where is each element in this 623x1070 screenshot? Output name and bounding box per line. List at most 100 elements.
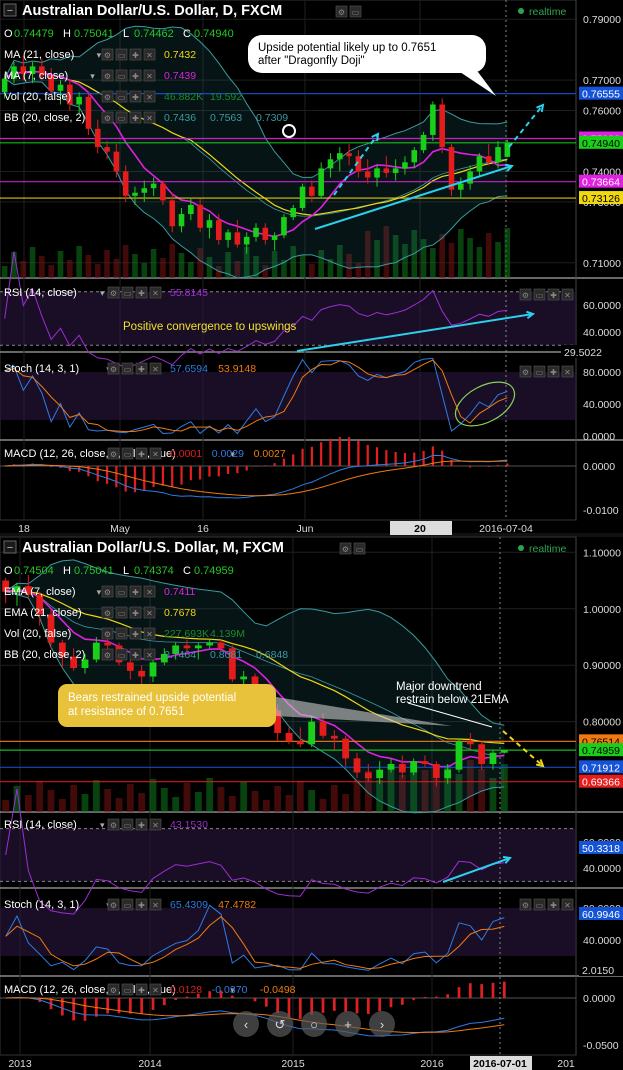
monthly-rsi-tick: 40.0000 — [583, 863, 621, 875]
monthly-candle — [444, 769, 452, 779]
monthly-legend-tool-glyph: ▭ — [118, 609, 126, 618]
monthly-legend-value: 227.693K — [164, 628, 209, 640]
daily-pane-value: 0.0027 — [254, 448, 286, 460]
daily-candle — [281, 217, 287, 236]
daily-legend-caret: ▾ — [90, 71, 95, 81]
monthly-candle — [296, 741, 304, 745]
daily-candle — [430, 104, 436, 135]
monthly-pane-label: RSI (14, close) — [4, 819, 77, 831]
monthly-candle — [217, 642, 225, 649]
daily-candle — [467, 171, 473, 184]
daily-x-label: May — [110, 523, 131, 535]
monthly-legend-value: 0.6848 — [256, 649, 288, 661]
monthly-realtime-label: realtime — [529, 543, 567, 555]
monthly-volume-bar — [206, 778, 214, 812]
monthly-legend-label: EMA (7, close) — [4, 586, 76, 598]
daily-candle — [392, 168, 399, 173]
daily-candle — [57, 84, 64, 91]
daily-volume-bar — [57, 251, 64, 278]
monthly-pane-value: 0.0128 — [170, 984, 202, 996]
daily-y-tick: 0.71000 — [583, 258, 621, 270]
monthly-legend-tool-glyph: ✕ — [146, 630, 153, 639]
daily-candle — [402, 162, 408, 169]
daily-candle — [439, 104, 445, 148]
monthly-ohlc-key: L — [123, 565, 129, 577]
monthly-volume-bar — [47, 790, 55, 812]
monthly-volume-bar — [115, 798, 123, 812]
monthly-volume-bar — [285, 795, 293, 812]
monthly-candle — [455, 741, 463, 770]
monthly-pane-tool-glyph: ⚙ — [110, 986, 117, 995]
monthly-pane-caret: ▾ — [100, 820, 105, 830]
daily-candle — [169, 200, 176, 227]
monthly-collapse-glyph: − — [7, 542, 13, 554]
daily-ohlc-key: H — [63, 28, 71, 40]
monthly-macd-tick: -0.0500 — [583, 1040, 619, 1052]
daily-pane-tool-glyph: ⚙ — [110, 289, 117, 298]
monthly-legend-value: 4.139M — [210, 628, 245, 640]
monthly-ohlc-l: 0.74374 — [134, 565, 174, 577]
daily-rsi-tick: 40.0000 — [583, 327, 621, 339]
daily-volume-bar — [448, 243, 455, 278]
daily-candle — [197, 204, 203, 228]
daily-legend-value: 0.7439 — [164, 70, 196, 82]
daily-candle — [504, 142, 511, 157]
monthly-x-label: 2015 — [281, 1058, 305, 1070]
daily-candle — [336, 153, 343, 160]
daily-price-tag: 0.73126 — [582, 193, 620, 205]
daily-volume-bar — [495, 242, 501, 278]
monthly-candle — [466, 741, 474, 745]
daily-rsi-side-tool-glyph: ✚ — [550, 291, 557, 300]
daily-candle — [215, 220, 222, 240]
daily-candle — [132, 192, 138, 196]
daily-rsi-side-tool-glyph: ✕ — [564, 291, 571, 300]
monthly-pane-value: -0.0498 — [260, 984, 296, 996]
monthly-volume-bar — [240, 782, 248, 812]
daily-candle — [234, 232, 241, 245]
monthly-candle — [126, 662, 134, 671]
monthly-legend-caret: ▾ — [97, 587, 102, 597]
daily-y-tick: 0.79000 — [583, 14, 621, 26]
daily-ohlc-o: 0.74479 — [14, 28, 54, 40]
daily-legend-tool-glyph: ⚙ — [104, 51, 111, 60]
daily-y-tick: 0.77000 — [583, 75, 621, 87]
monthly-ohlc-key: H — [63, 565, 71, 577]
daily-macd-tick: 0.0000 — [583, 461, 615, 473]
monthly-volume-bar — [296, 781, 304, 812]
daily-candle — [495, 147, 501, 163]
monthly-candle — [500, 750, 508, 753]
monthly-volume-bar — [126, 784, 134, 812]
daily-legend-tool-glyph: ✚ — [132, 51, 139, 60]
daily-candle — [299, 186, 306, 208]
monthly-note-text: Major downtrend — [396, 681, 482, 693]
monthly-stoch-side-tool-glyph: ▭ — [536, 901, 544, 910]
daily-pane-label: Stoch (14, 3, 1) — [4, 363, 79, 375]
daily-legend-value: 0.7432 — [164, 49, 196, 61]
daily-candle — [327, 159, 334, 169]
daily-callout-text: Upside potential likely up to 0.7651 — [258, 42, 436, 54]
monthly-callout-text: at resistance of 0.7651 — [68, 706, 184, 718]
monthly-pane-tool-glyph: ⚙ — [110, 901, 117, 910]
daily-volume-bar — [430, 248, 436, 278]
monthly-y-tick: 1.10000 — [583, 547, 621, 559]
monthly-candle — [138, 670, 146, 677]
monthly-candle — [194, 645, 202, 649]
monthly-volume-bar — [172, 797, 180, 812]
monthly-volume-bar — [353, 780, 361, 812]
monthly-x-label: 2016 — [420, 1058, 444, 1070]
daily-macd-tick: -0.0100 — [583, 505, 619, 517]
daily-candle — [141, 188, 148, 193]
monthly-pane-tool-glyph: ▭ — [124, 821, 132, 830]
monthly-volume-bar — [330, 785, 338, 812]
monthly-legend-tool-glyph: ✚ — [132, 588, 139, 597]
daily-x-label: 18 — [18, 523, 30, 535]
daily-candle — [113, 151, 120, 172]
daily-volume-bar — [188, 262, 194, 278]
daily-pane-tool-glyph: ✚ — [138, 289, 145, 298]
daily-pane-label: RSI (14, close) — [4, 287, 77, 299]
monthly-legend-value: 0.7464 — [164, 649, 196, 661]
monthly-legend-tool-glyph: ⚙ — [104, 588, 111, 597]
daily-candle — [76, 96, 82, 105]
chart-canvas: 0.790000.770000.760000.740000.730000.710… — [0, 0, 623, 1070]
daily-stoch-side-tool-glyph: ✚ — [550, 368, 557, 377]
